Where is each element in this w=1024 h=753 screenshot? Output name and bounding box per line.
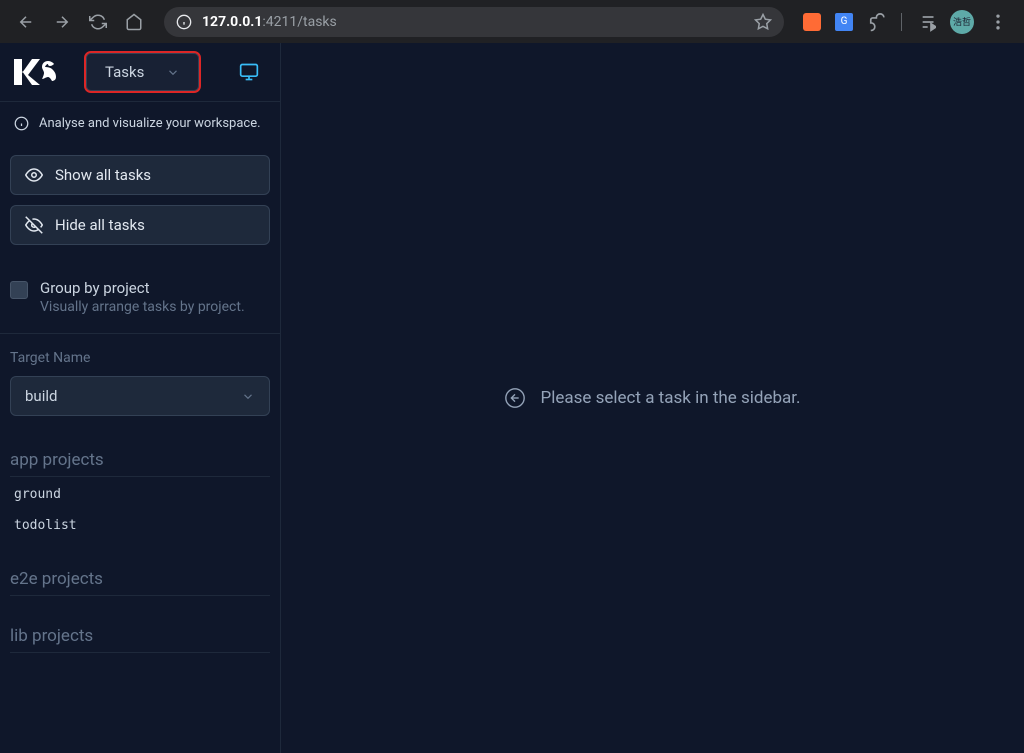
home-button[interactable] xyxy=(120,8,148,36)
hide-all-tasks-button[interactable]: Hide all tasks xyxy=(10,205,270,245)
e2e-projects-header: e2e projects xyxy=(10,569,270,596)
eye-off-icon xyxy=(25,216,43,234)
chevron-down-icon xyxy=(166,65,180,79)
forward-button[interactable] xyxy=(48,8,76,36)
browser-toolbar: 127.0.0.1:4211/tasks G 浩哲 xyxy=(0,0,1024,43)
info-text: Analyse and visualize your workspace. xyxy=(39,116,261,131)
empty-state: Please select a task in the sidebar. xyxy=(504,387,800,409)
target-select[interactable]: build xyxy=(10,376,270,416)
main-content: Please select a task in the sidebar. xyxy=(281,43,1024,753)
reload-button[interactable] xyxy=(84,8,112,36)
view-selector-label: Tasks xyxy=(105,63,144,81)
extension-icons: G 浩哲 xyxy=(803,10,1012,34)
sidebar: Tasks Analyse and visualize your workspa… xyxy=(0,43,281,753)
group-checkbox[interactable] xyxy=(10,281,28,299)
app-projects-section: app projects ground todolist xyxy=(0,426,280,545)
lib-projects-section: lib projects xyxy=(0,602,280,659)
arrow-left-circle-icon xyxy=(504,387,526,409)
app-projects-header: app projects xyxy=(10,450,270,477)
nx-logo xyxy=(14,59,56,85)
extension-icon-1[interactable] xyxy=(803,13,821,31)
hide-all-label: Hide all tasks xyxy=(55,216,145,234)
group-label: Group by project xyxy=(40,279,245,297)
show-all-tasks-button[interactable]: Show all tasks xyxy=(10,155,270,195)
chevron-down-icon xyxy=(241,389,255,403)
extensions-puzzle-icon[interactable] xyxy=(867,12,887,32)
media-control-icon[interactable] xyxy=(916,12,936,32)
back-button[interactable] xyxy=(12,8,40,36)
info-icon xyxy=(14,116,29,131)
eye-icon xyxy=(25,166,43,184)
toolbar-divider xyxy=(901,13,902,31)
address-bar[interactable]: 127.0.0.1:4211/tasks xyxy=(164,7,784,37)
target-value: build xyxy=(25,387,57,405)
action-buttons: Show all tasks Hide all tasks xyxy=(0,145,280,261)
translate-extension-icon[interactable]: G xyxy=(835,13,853,31)
group-sublabel: Visually arrange tasks by project. xyxy=(40,299,245,315)
empty-state-text: Please select a task in the sidebar. xyxy=(540,388,800,408)
e2e-projects-section: e2e projects xyxy=(0,545,280,602)
sidebar-header: Tasks xyxy=(0,43,280,102)
monitor-icon[interactable] xyxy=(239,62,259,82)
project-item-ground[interactable]: ground xyxy=(10,477,270,508)
profile-avatar[interactable]: 浩哲 xyxy=(950,10,974,34)
project-item-todolist[interactable]: todolist xyxy=(10,508,270,539)
site-info-icon[interactable] xyxy=(176,14,192,30)
url-text: 127.0.0.1:4211/tasks xyxy=(202,14,754,30)
view-selector-dropdown[interactable]: Tasks xyxy=(86,53,199,91)
target-section: Target Name build xyxy=(0,334,280,426)
target-name-label: Target Name xyxy=(10,350,270,366)
info-bar: Analyse and visualize your workspace. xyxy=(0,102,280,145)
browser-menu-icon[interactable] xyxy=(988,12,1008,32)
show-all-label: Show all tasks xyxy=(55,166,151,184)
group-by-project-section: Group by project Visually arrange tasks … xyxy=(0,261,280,334)
lib-projects-header: lib projects xyxy=(10,626,270,653)
bookmark-star-icon[interactable] xyxy=(754,13,772,31)
